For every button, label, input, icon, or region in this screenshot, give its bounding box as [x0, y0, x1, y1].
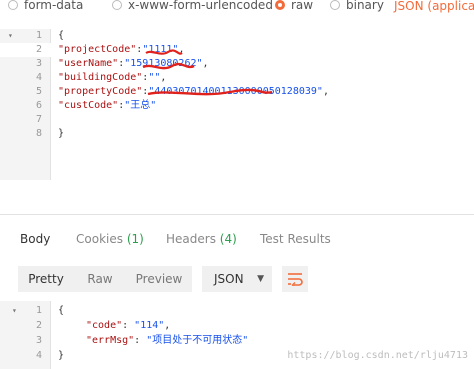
raw-radio[interactable]: raw — [275, 0, 313, 14]
wrap-lines-icon — [288, 273, 303, 286]
code-line: 2 "projectCode":"1111", — [0, 43, 474, 57]
urlencoded-radio[interactable]: x-www-form-urlencoded — [112, 0, 273, 14]
code-line: 7 — [35, 114, 42, 125]
binary-radio[interactable]: binary — [330, 0, 384, 14]
code-line: 8 } — [35, 128, 65, 139]
tab-test-results[interactable]: Test Results — [260, 232, 331, 246]
body-type-bar: form-data x-www-form-urlencoded raw bina… — [0, 0, 474, 18]
radio-circle-icon — [112, 0, 122, 10]
chevron-down-icon: ▼ — [257, 274, 264, 284]
code-line: 3 "userName":"15913080262", — [35, 58, 209, 69]
fold-arrow-icon[interactable]: ▾ — [12, 303, 17, 318]
tab-cookies[interactable]: Cookies (1) — [76, 232, 144, 246]
code-line: 4 "buildingCode":"", — [35, 72, 167, 83]
form-data-radio[interactable]: form-data — [8, 0, 83, 14]
fold-arrow-icon[interactable]: ▾ — [8, 29, 13, 43]
pane-divider[interactable] — [0, 214, 474, 215]
response-body-viewer[interactable]: ▾ 1 { 2 "code": "114", 3 "errMsg": "项目处于… — [0, 301, 474, 369]
response-format-dropdown[interactable]: JSON ▼ — [202, 266, 272, 292]
code-line: ▾ 1 { — [8, 29, 65, 43]
request-body-editor[interactable]: ▾ 1 { 2 "projectCode":"1111", 3 "userNam… — [0, 29, 474, 180]
code-line: 6 "custCode":"王总" — [35, 100, 157, 111]
tab-body[interactable]: Body — [20, 232, 50, 246]
preview-button[interactable]: Preview — [126, 266, 192, 292]
pretty-button[interactable]: Pretty — [18, 266, 74, 292]
wrap-lines-button[interactable] — [282, 266, 308, 292]
code-line: 2 "code": "114", — [35, 320, 171, 331]
raw-format-dropdown[interactable]: JSON (applicat — [394, 0, 474, 15]
radio-circle-icon — [8, 0, 18, 10]
response-toolbar: Pretty Raw Preview JSON ▼ — [0, 263, 474, 295]
code-line: 5 "propertyCode":"4403070140011300000501… — [35, 86, 329, 97]
tab-headers[interactable]: Headers (4) — [166, 232, 237, 246]
watermark: https://blog.csdn.net/rlju4713 — [287, 350, 468, 361]
code-line: ▾ 1 { — [12, 303, 65, 318]
code-line: 3 "errMsg": "项目处于不可用状态" — [35, 335, 249, 346]
response-tabs: Body Cookies (1) Headers (4) Test Result… — [0, 226, 474, 252]
raw-button[interactable]: Raw — [74, 266, 126, 292]
radio-selected-icon — [275, 0, 285, 10]
radio-circle-icon — [330, 0, 340, 10]
